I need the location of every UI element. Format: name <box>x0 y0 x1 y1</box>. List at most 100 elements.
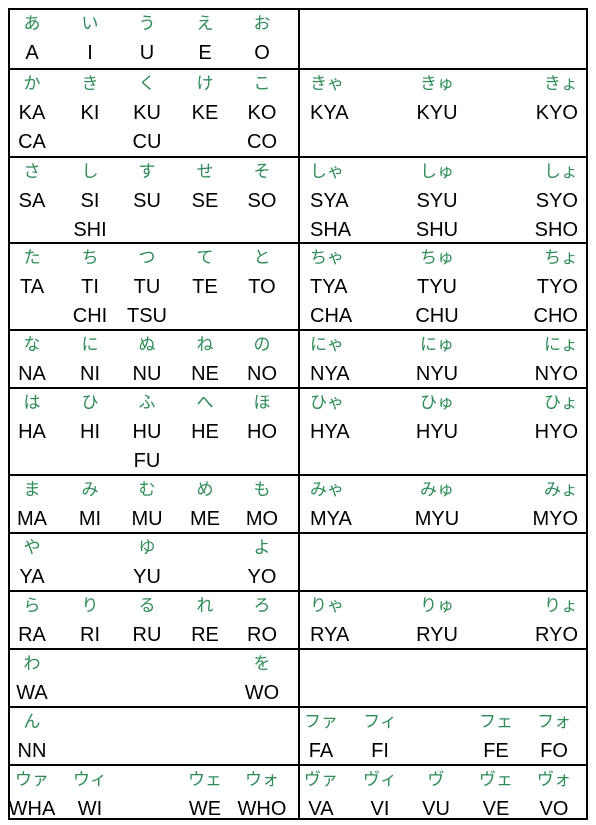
romaji-label: VI <box>370 798 390 820</box>
romaji-label: VO <box>539 798 569 820</box>
romaji-label: NN <box>17 740 47 762</box>
kana-label: ら <box>23 596 41 616</box>
kana-label: め <box>196 480 214 500</box>
romaji-label: YO <box>247 566 277 588</box>
chart-row: か KA CA き KI く KU CU け KE こ KO CO きゃ KYA きゅ KYU きょ KYO <box>10 68 586 156</box>
romaji-label: RI <box>80 624 100 646</box>
romaji-label: NO <box>247 363 277 385</box>
kana-label: ヴォ <box>537 770 571 790</box>
romaji-label: YA <box>19 566 45 588</box>
romaji-label: HU <box>132 421 162 443</box>
kana-label: きゃ <box>310 74 344 94</box>
romaji-label: WI <box>77 798 103 820</box>
chart-row: わ WA を WO <box>10 648 586 706</box>
kana-label: ちょ <box>544 248 578 268</box>
romaji-label: VU <box>422 798 450 820</box>
romaji-label: NYO <box>534 363 578 385</box>
romaji-label: NU <box>132 363 162 385</box>
kana-label: そ <box>253 162 271 182</box>
kana-label: り <box>81 596 99 616</box>
romaji-label: CHI <box>72 305 108 327</box>
kana-label: きゅ <box>420 74 454 94</box>
kana-label: きょ <box>544 74 578 94</box>
kana-label: み <box>81 480 99 500</box>
romaji-label: TYO <box>536 276 578 298</box>
romaji-label: SHI <box>73 219 107 241</box>
romaji-label: TU <box>133 276 161 298</box>
romaji-label: RU <box>132 624 162 646</box>
chart-row: ん NN ファ FA フィ FI フェ FE フォ FO <box>10 706 586 764</box>
kana-label: か <box>23 74 41 94</box>
romaji-label: FA <box>308 740 334 762</box>
romaji-label: HE <box>191 421 219 443</box>
kana-label: ウェ <box>188 770 222 790</box>
kana-label: ぬ <box>138 335 156 355</box>
romaji-label: O <box>254 42 270 64</box>
kana-label: わ <box>23 654 41 674</box>
romaji-label: CU <box>132 131 162 153</box>
kana-label: ウォ <box>245 770 279 790</box>
romaji-label: TA <box>19 276 45 298</box>
kana-label: を <box>253 654 271 674</box>
romaji-label: WO <box>244 682 280 704</box>
romaji-label: SHA <box>310 219 352 241</box>
romaji-label: KU <box>133 102 161 124</box>
kana-label: みゃ <box>310 480 344 500</box>
romaji-label: RYO <box>535 624 578 646</box>
romaji-label: HYU <box>415 421 459 443</box>
romaji-label: NE <box>191 363 219 385</box>
romaji-label: WHA <box>8 798 56 820</box>
romaji-label: CO <box>247 131 277 153</box>
kana-label: た <box>23 248 41 268</box>
romaji-label: MYA <box>310 508 352 530</box>
kana-label: りゃ <box>310 596 344 616</box>
kana-label: は <box>23 393 41 413</box>
kana-label: フィ <box>363 712 397 732</box>
romaji-label: FI <box>371 740 389 762</box>
romaji-label: HYA <box>310 421 350 443</box>
romaji-label: RE <box>191 624 219 646</box>
kana-label: にゅ <box>420 335 454 355</box>
romaji-label: RYU <box>416 624 458 646</box>
kana-label: な <box>23 335 41 355</box>
kana-label: く <box>138 74 156 94</box>
kana-label: ほ <box>253 393 271 413</box>
romaji-label: NYU <box>415 363 459 385</box>
kana-label: ヴィ <box>363 770 397 790</box>
romaji-label: KI <box>80 102 100 124</box>
romaji-label: TO <box>248 276 276 298</box>
chart-row: な NA に NI ぬ NU ね NE の NO にゃ NYA にゅ NYU にょ NYO <box>10 329 586 387</box>
kana-label: みゅ <box>420 480 454 500</box>
kana-label: や <box>23 538 41 558</box>
kana-label: ちゅ <box>420 248 454 268</box>
romaji-label: KYA <box>310 102 349 124</box>
kana-label: ウァ <box>15 770 49 790</box>
romaji-label: HYO <box>534 421 578 443</box>
romaji-label: SYA <box>310 190 349 212</box>
romaji-label: U <box>139 42 155 64</box>
romaji-label: E <box>198 42 212 64</box>
kana-label: む <box>138 480 156 500</box>
romaji-label: ME <box>190 508 220 530</box>
romaji-label: KO <box>247 102 277 124</box>
romaji-label: SHO <box>534 219 578 241</box>
chart-row: た TA ち TI CHI つ TU TSU て TE と TO ちゃ TYA CHA ちゅ TYU CHU ちょ T… <box>10 242 586 329</box>
chart-row: や YA ゆ YU よ YO <box>10 532 586 590</box>
romaji-label: SYO <box>535 190 578 212</box>
kana-label: ひょ <box>544 393 578 413</box>
romaji-label: VA <box>308 798 334 820</box>
romaji-label: KYU <box>416 102 458 124</box>
romaji-label: SYU <box>416 190 458 212</box>
kana-label: え <box>196 14 214 34</box>
kana-label: ヴ <box>427 770 445 790</box>
romaji-label: SHU <box>415 219 459 241</box>
romaji-label: CHO <box>533 305 578 327</box>
kana-label: りょ <box>544 596 578 616</box>
romaji-label: MO <box>245 508 279 530</box>
kana-label: よ <box>253 538 271 558</box>
romaji-label: NA <box>18 363 46 385</box>
kana-label: る <box>138 596 156 616</box>
kana-label: ファ <box>304 712 338 732</box>
kana-label: ま <box>23 480 41 500</box>
romaji-label: WA <box>16 682 48 704</box>
